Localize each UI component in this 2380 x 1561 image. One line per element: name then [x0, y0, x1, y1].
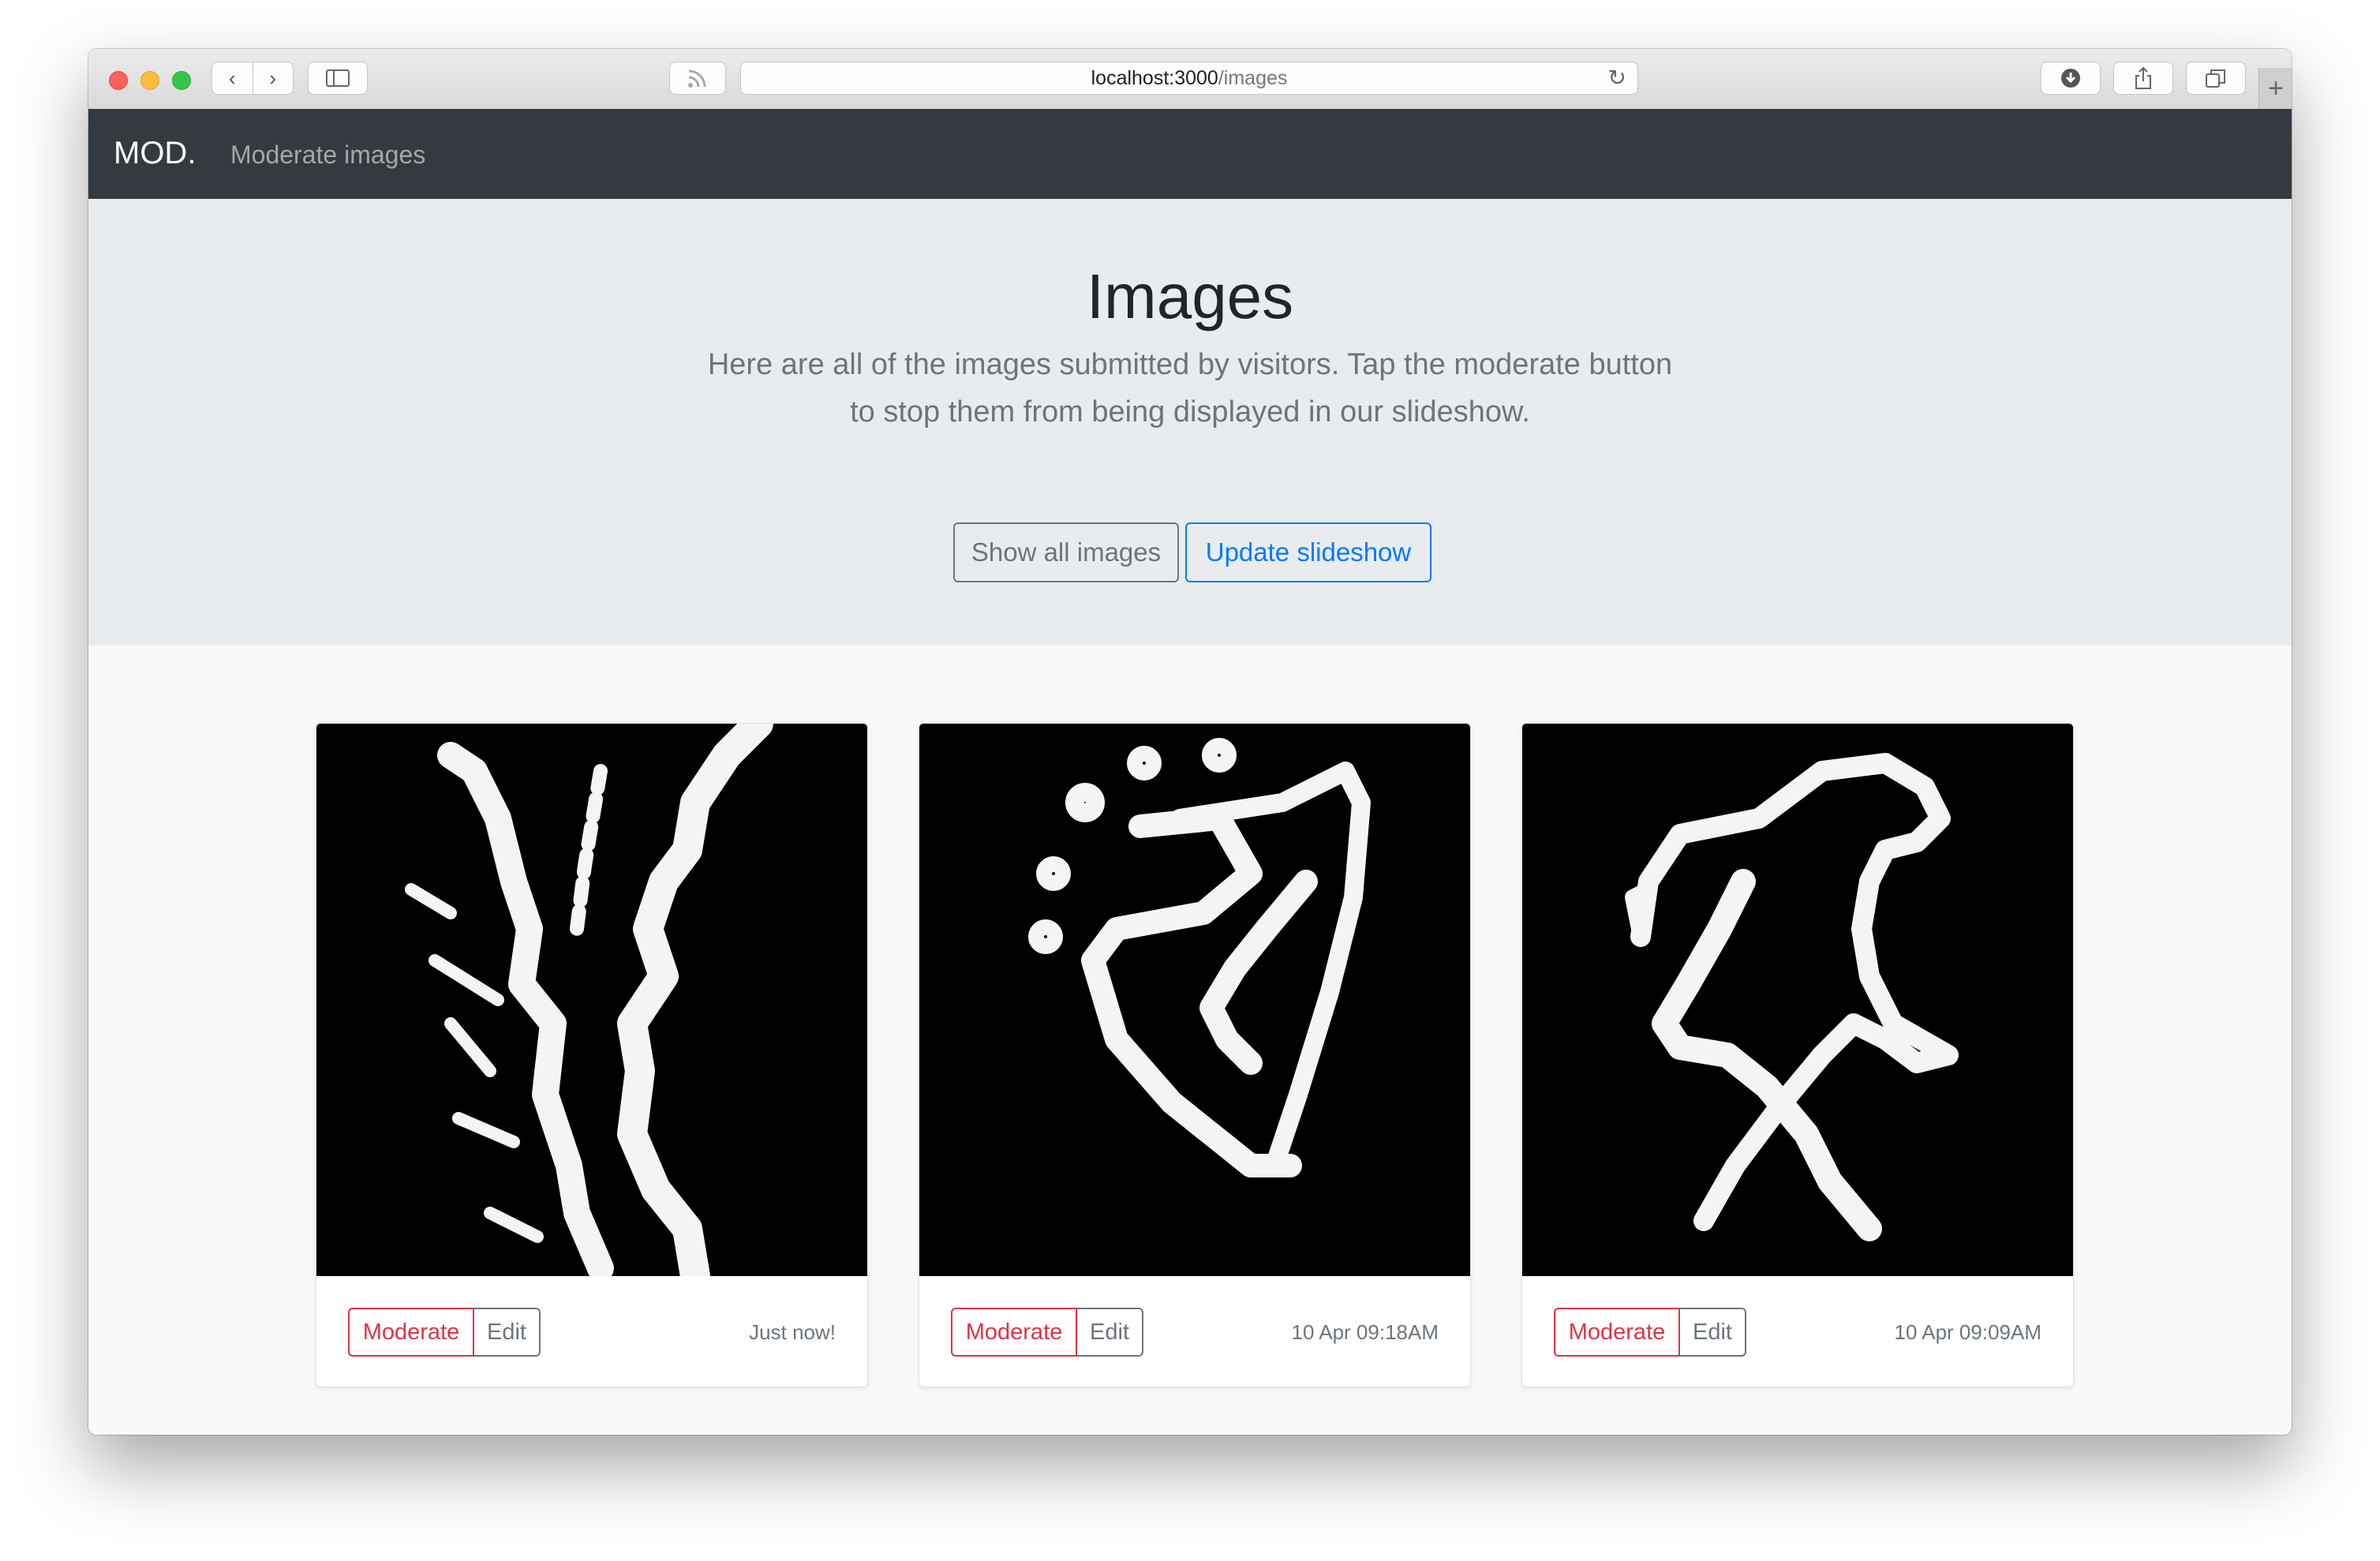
url-host: localhost:3000	[1091, 67, 1218, 89]
reload-icon[interactable]: ↻	[1608, 62, 1626, 94]
new-tab-icon[interactable]: +	[2258, 68, 2292, 109]
sidebar-button[interactable]	[308, 62, 368, 95]
moderate-button[interactable]: Moderate	[951, 1308, 1077, 1357]
browser-window: ‹ › localhost:3000/images ↻ + MOD. Moder…	[88, 49, 2292, 1435]
timestamp: 10 Apr 09:09AM	[1894, 1320, 2041, 1344]
jumbotron: Images Here are all of the images submit…	[88, 199, 2292, 646]
sidebar-icon	[326, 69, 350, 87]
card-actions: Moderate Edit	[1554, 1308, 1746, 1357]
lead-line-2: to stop them from being displayed in our…	[850, 395, 1530, 429]
edit-button[interactable]: Edit	[1077, 1308, 1143, 1357]
page-title: Images	[1086, 261, 1294, 331]
address-bar[interactable]: localhost:3000/images ↻	[740, 62, 1638, 95]
card-actions: Moderate Edit	[951, 1308, 1143, 1357]
rss-icon	[688, 69, 706, 88]
share-button[interactable]	[2113, 62, 2173, 95]
zoom-window-button[interactable]	[172, 71, 191, 90]
image-card: Moderate Edit 10 Apr 09:09AM	[1521, 723, 2074, 1387]
submitted-image-3	[1522, 724, 2073, 1276]
browser-toolbar: ‹ › localhost:3000/images ↻ +	[88, 49, 2292, 110]
update-slideshow-button[interactable]: Update slideshow	[1185, 522, 1431, 582]
edit-button[interactable]: Edit	[1680, 1308, 1746, 1357]
download-button[interactable]	[2041, 62, 2101, 95]
rss-button[interactable]	[669, 62, 726, 95]
nav-link-moderate-images[interactable]: Moderate images	[230, 140, 425, 170]
lead-line-1: Here are all of the images submitted by …	[707, 348, 1673, 381]
moderate-button[interactable]: Moderate	[348, 1308, 474, 1357]
close-window-button[interactable]	[109, 71, 128, 90]
tabs-icon	[2206, 69, 2225, 88]
url-path: /images	[1218, 67, 1288, 89]
image-card: Moderate Edit Just now!	[316, 723, 868, 1387]
share-icon	[2135, 66, 2151, 89]
show-all-images-button[interactable]: Show all images	[953, 522, 1179, 582]
download-icon	[2061, 69, 2080, 88]
edit-button[interactable]: Edit	[474, 1308, 541, 1357]
top-navbar: MOD. Moderate images	[88, 109, 2292, 199]
tabs-button[interactable]	[2186, 62, 2246, 95]
submitted-image-2	[919, 724, 1470, 1276]
card-actions: Moderate Edit	[348, 1308, 541, 1357]
timestamp: Just now!	[749, 1320, 836, 1344]
lead-text: Here are all of the images submitted by …	[88, 341, 2292, 436]
submitted-image-1	[316, 724, 867, 1276]
image-card: Moderate Edit 10 Apr 09:18AM	[919, 723, 1471, 1387]
back-icon[interactable]: ‹	[212, 62, 253, 94]
timestamp: 10 Apr 09:18AM	[1291, 1320, 1439, 1344]
forward-icon[interactable]: ›	[253, 62, 294, 94]
moderate-button[interactable]: Moderate	[1554, 1308, 1680, 1357]
history-nav: ‹ ›	[211, 62, 294, 95]
brand-logo[interactable]: MOD.	[114, 136, 196, 171]
minimize-window-button[interactable]	[140, 71, 159, 90]
